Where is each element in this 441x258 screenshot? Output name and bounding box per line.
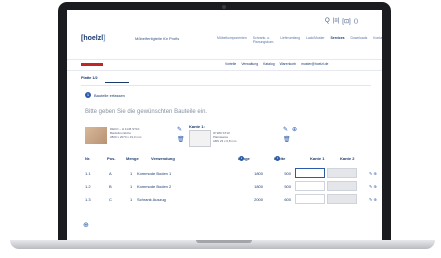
add-edge-icon[interactable]: ⊕ (292, 126, 297, 133)
cart-icon[interactable]: ⟨⟩ (354, 18, 359, 25)
kante2-input[interactable] (327, 181, 357, 191)
col-nr: Nr. (85, 156, 91, 161)
nav-item-moebelkomponenten[interactable]: Möbelkomponenten (217, 36, 247, 44)
instruction-text: Bitte geben Sie die gewünschten Bauteile… (85, 109, 208, 115)
camera-dot (222, 5, 226, 9)
kante1-input[interactable] (295, 168, 325, 178)
edge-description: W 980 ST10 Platinweiss ABS 23 x 0,8 mm (213, 131, 237, 143)
site-header: [hoelzl] Möbelfertigteile für Profis Q |… (67, 10, 382, 58)
link-vorteile[interactable]: Vorteile (225, 62, 236, 66)
col-kante2: Kante 2 (340, 156, 355, 161)
nav-item-lack-muster[interactable]: Lack/Muster (306, 36, 324, 44)
step-label: Bauteile erfassen (94, 93, 125, 98)
tab-underline (105, 82, 129, 83)
delete-edge-icon[interactable]: 🗑 (283, 136, 291, 143)
grid-icon[interactable]: |≡| (333, 18, 340, 25)
table-row: 1.3 C 1 Schrank Auszug 2000 600 ✎ ⊕ (85, 194, 377, 205)
add-row-icon[interactable]: ⊕ (83, 221, 89, 229)
top-icon-bar: Q |≡| [⊡] ⟨⟩ (325, 18, 358, 25)
link-warenkorb[interactable]: Warenkorb (280, 62, 296, 66)
link-katalog[interactable]: Katalog (263, 62, 275, 66)
edit-edge-icon[interactable]: ✎ (283, 126, 288, 133)
kante2-input[interactable] (327, 194, 357, 204)
kante2-input[interactable] (327, 168, 357, 178)
table-row: 1.2 B 1 Kommode Boden 2 1800 500 ✎ ⊕ (85, 181, 377, 192)
edge-swatch (189, 130, 211, 147)
col-kante1: Kante 1 (310, 156, 325, 161)
laptop-lid: [hoelzl] Möbelfertigteile für Profis Q |… (58, 2, 391, 240)
kante1-input[interactable] (295, 181, 325, 191)
brand-mark (81, 63, 103, 66)
kante1-input[interactable] (295, 194, 325, 204)
search-icon[interactable]: Q (325, 18, 330, 25)
table-row: 1.1 A 1 Kommode Boden 1 1800 500 ✎ ⊕ (85, 168, 377, 179)
edge-title: Kante 1: (189, 124, 205, 129)
nav-item-services[interactable]: Services (331, 36, 345, 44)
tab-bar: Platte 1/2 (81, 76, 98, 80)
sub-bar: Vorteile Verwaltung Katalog Warenkorb mu… (67, 59, 382, 71)
sub-links: Vorteile Verwaltung Katalog Warenkorb mu… (225, 62, 328, 66)
document-icon[interactable]: [⊡] (342, 18, 350, 25)
nav-item-schrank[interactable]: Schrank- u. Planungskom. (253, 36, 275, 44)
info-icon[interactable]: i (239, 156, 244, 161)
edit-material-icon[interactable]: ✎ (177, 126, 182, 133)
step-panel (81, 85, 371, 236)
delete-material-icon[interactable]: 🗑 (177, 136, 185, 143)
info-icon[interactable]: i (275, 156, 280, 161)
col-verwendung: Verwendung (151, 156, 175, 161)
material-thumbnail (85, 127, 107, 144)
screen: [hoelzl] Möbelfertigteile für Profis Q |… (67, 10, 382, 240)
step-number-badge: 1 (85, 92, 91, 98)
row-action-icons[interactable]: ✎ ⊕ (369, 184, 377, 189)
link-verwaltung[interactable]: Verwaltung (241, 62, 258, 66)
nav-item-lieferumfang[interactable]: Lieferumfang (280, 36, 300, 44)
tagline: Möbelfertigteile für Profis (135, 36, 180, 41)
laptop-notch (196, 240, 252, 243)
nav-item-downloads[interactable]: Downloads (351, 36, 368, 44)
row-action-icons[interactable]: ✎ ⊕ (369, 171, 377, 176)
row-action-icons[interactable]: ✎ ⊕ (369, 197, 377, 202)
logo[interactable]: [hoelzl] (81, 35, 106, 42)
material-description: DEKO – H 1145 ST10 Bardolino Eiche 2800 … (110, 127, 142, 139)
nav-item-kontakt[interactable]: Kontakt (373, 36, 382, 44)
link-account[interactable]: muster@hoelzl.de (301, 62, 328, 66)
col-pos: Pos. (107, 156, 116, 161)
col-menge: Menge (126, 156, 139, 161)
tab-platte[interactable]: Platte 1/2 (81, 76, 98, 80)
main-nav: Möbelkomponenten Schrank- u. Planungskom… (217, 36, 382, 44)
